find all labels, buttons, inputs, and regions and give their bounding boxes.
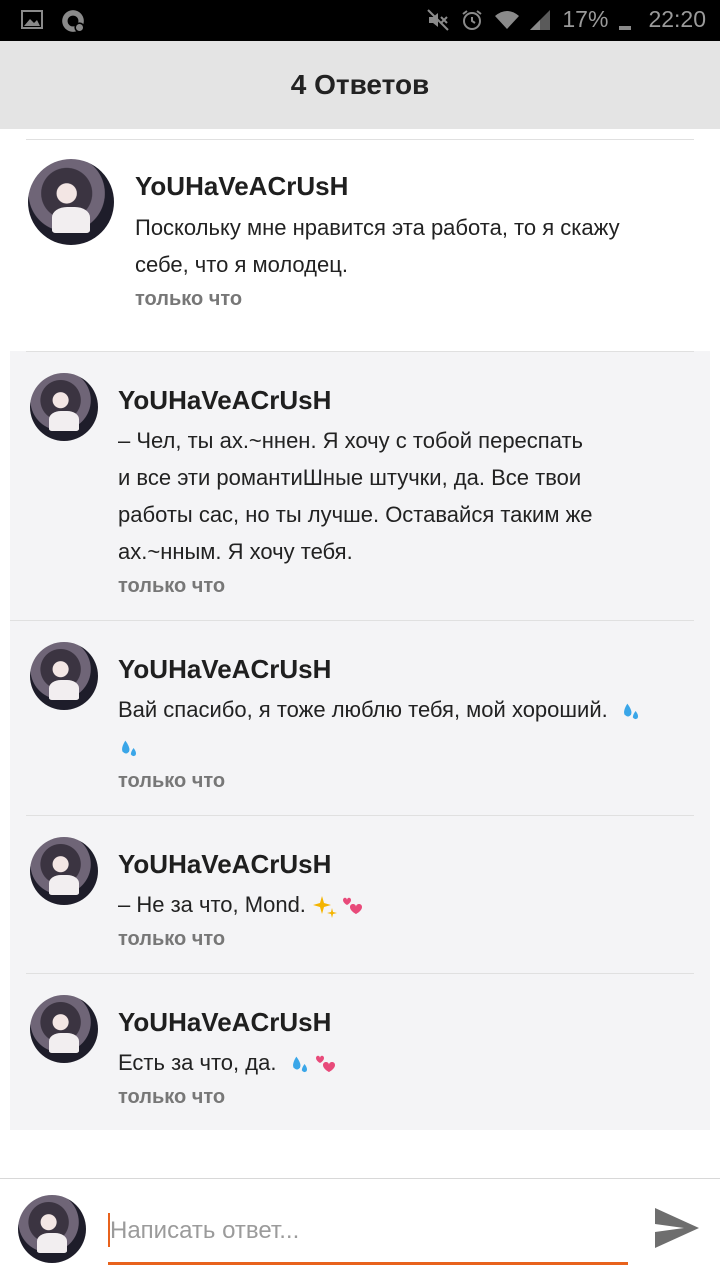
reply-text-line: Есть за что, да. <box>118 1050 277 1075</box>
reply-author[interactable]: YoUHaVeACrUsH <box>118 1007 331 1038</box>
comment-text-line: себе, что я молодец. <box>135 252 348 277</box>
sweat-droplets-icon <box>623 703 638 720</box>
two-hearts-icon <box>343 897 363 915</box>
alarm-icon <box>460 8 484 32</box>
comment-text: Поскольку мне нравится эта работа, то я … <box>135 209 620 283</box>
sweat-droplets-icon <box>292 1056 307 1073</box>
reply-text-line: работы сас, но ты лучше. Оставайся таким… <box>118 502 593 527</box>
avatar[interactable] <box>28 159 114 245</box>
reply-text-line: Вай спасибо, я тоже люблю тебя, мой хоро… <box>118 697 608 722</box>
reply-time: только что <box>118 575 226 597</box>
reply-text-line: – Не за что, Mond. <box>118 892 306 917</box>
replies-list: YoUHaVeACrUsH – Чел, ты ах.~ннен. Я хочу… <box>10 351 710 1130</box>
reply-item[interactable]: YoUHaVeACrUsH – Чел, ты ах.~ннен. Я хочу… <box>10 351 710 620</box>
clock: 22:20 <box>648 6 706 32</box>
avatar[interactable] <box>30 995 98 1063</box>
avatar[interactable] <box>30 642 98 710</box>
sparkles-icon <box>313 896 338 919</box>
signal-icon <box>528 8 552 32</box>
mute-icon <box>426 8 450 32</box>
battery-percent: 17% <box>562 6 609 32</box>
avatar[interactable] <box>30 373 98 441</box>
reply-text-line: и все эти романтиШные штучки, да. Все тв… <box>118 465 582 490</box>
avatar[interactable] <box>30 837 98 905</box>
reply-text-line: ах.~нным. Я хочу тебя. <box>118 539 353 564</box>
reply-author[interactable]: YoUHaVeACrUsH <box>118 849 331 880</box>
main-comment[interactable]: YoUHaVeACrUsH Поскольку мне нравится эта… <box>0 139 720 351</box>
status-bar: 17% 22:20 <box>0 0 720 41</box>
comment-text-line: Поскольку мне нравится эта работа, то я … <box>135 215 620 240</box>
comment-time: только что <box>135 288 243 310</box>
page-title: 4 Ответов <box>290 69 430 100</box>
avatar <box>18 1195 86 1263</box>
reply-text-line: – Чел, ты ах.~ннен. Я хочу с тобой перес… <box>118 428 583 453</box>
reply-author[interactable]: YoUHaVeACrUsH <box>118 385 331 416</box>
reply-text: – Не за что, Mond. <box>118 886 366 923</box>
comment-author[interactable]: YoUHaVeACrUsH <box>135 171 348 202</box>
image-icon <box>20 8 44 32</box>
wifi-icon <box>494 8 520 32</box>
reply-item[interactable]: YoUHaVeACrUsH Вай спасибо, я тоже люблю … <box>10 620 710 815</box>
two-hearts-icon <box>315 1055 335 1073</box>
reply-input-wrapper <box>108 1209 628 1265</box>
reply-input[interactable] <box>110 1209 620 1253</box>
reply-author[interactable]: YoUHaVeACrUsH <box>118 654 331 685</box>
reply-composer <box>0 1178 720 1280</box>
reply-time: только что <box>118 770 226 792</box>
reply-text: Вай спасибо, я тоже люблю тебя, мой хоро… <box>118 691 642 765</box>
reply-text: Есть за что, да. <box>118 1044 339 1081</box>
battery-icon <box>618 8 632 32</box>
sync-icon <box>60 8 85 33</box>
send-icon[interactable] <box>652 1203 702 1253</box>
reply-time: только что <box>118 1086 226 1108</box>
reply-item[interactable]: YoUHaVeACrUsH Есть за что, да. только чт… <box>10 973 710 1130</box>
app-bar: 4 Ответов <box>0 41 720 129</box>
reply-text: – Чел, ты ах.~ннен. Я хочу с тобой перес… <box>118 422 593 570</box>
sweat-droplets-icon <box>122 740 137 757</box>
reply-time: только что <box>118 928 226 950</box>
reply-item[interactable]: YoUHaVeACrUsH – Не за что, Mond. только … <box>10 815 710 973</box>
